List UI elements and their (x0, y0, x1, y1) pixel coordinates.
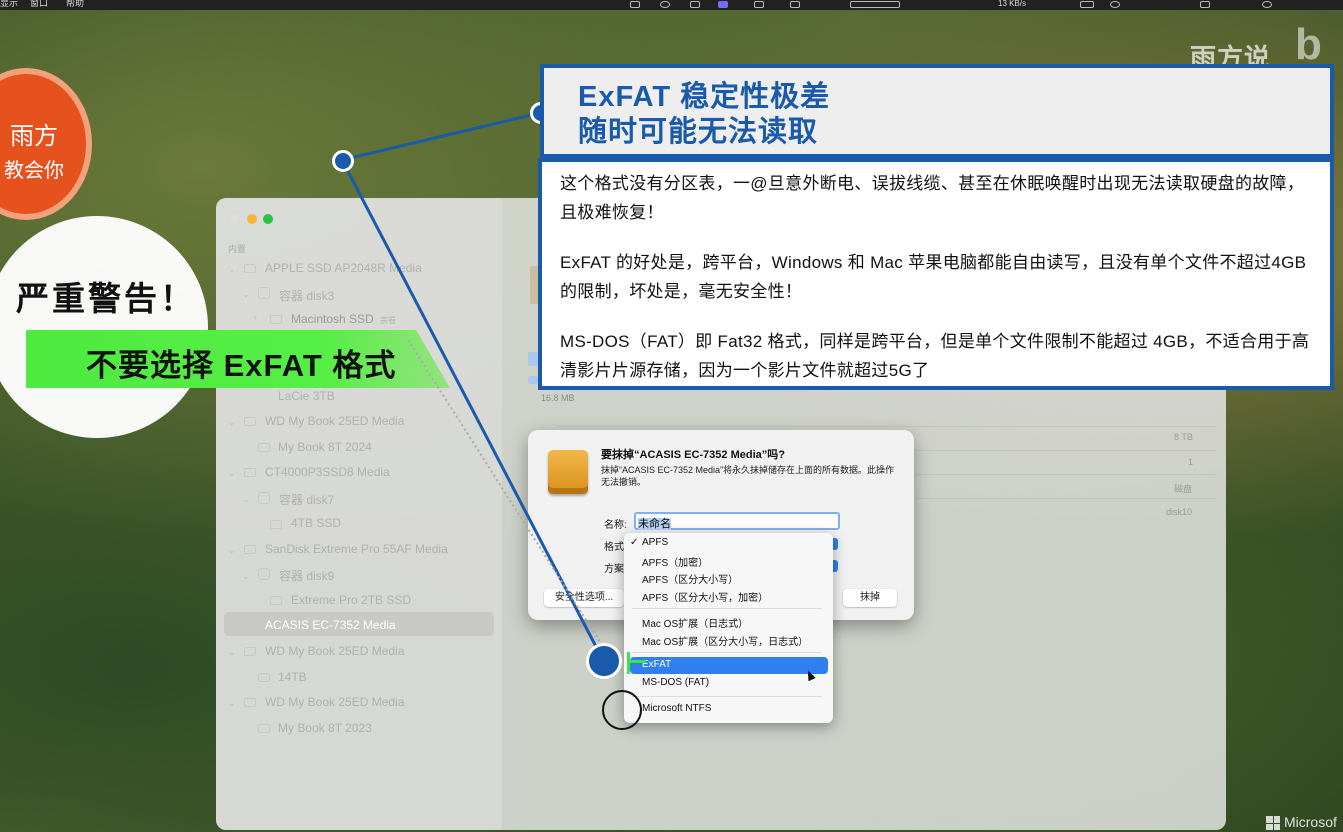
microsoft-text: Microsof (1284, 814, 1337, 830)
annotation-title-line2: 随时可能无法读取 (578, 116, 819, 148)
annotation-title: ExFAT 稳定性极差 随时可能无法读取 (578, 80, 830, 150)
green-marker (627, 652, 630, 674)
callout-dot-origin (332, 150, 354, 172)
highlight-ring (602, 690, 642, 730)
callout-line-top (341, 111, 541, 162)
annotation-paragraph-3: MS-DOS（FAT）即 Fat32 格式，同样是跨平台，但是单个文件限制不能超… (560, 332, 1310, 380)
annotation-title-line1: ExFAT 稳定性极差 (578, 81, 831, 113)
green-marker (630, 660, 646, 663)
annotation-paragraph-2: ExFAT 的好处是，跨平台，Windows 和 Mac 苹果电脑都能自由读写，… (560, 253, 1307, 301)
annotation-paragraph-1: 这个格式没有分区表，一@旦意外断电、误拔线缆、甚至在休眠唤醒时出现无法读取硬盘的… (560, 174, 1305, 222)
callout-dot-target (586, 643, 622, 679)
windows-logo-icon (1266, 816, 1280, 830)
